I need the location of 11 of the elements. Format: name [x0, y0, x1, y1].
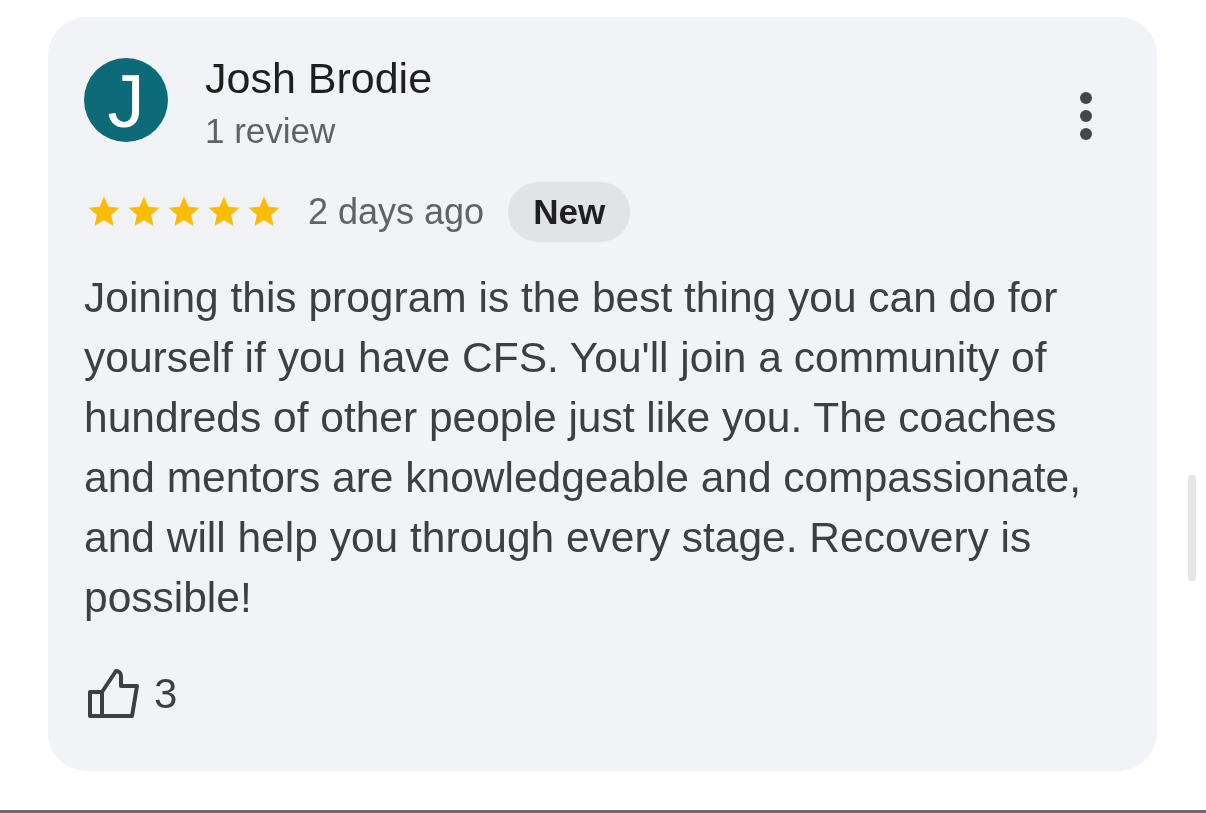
- avatar: J: [84, 58, 168, 142]
- like-button[interactable]: [88, 668, 140, 719]
- new-tag: New: [508, 182, 631, 242]
- thumbs-up-icon: [88, 668, 140, 719]
- review-date: 2 days ago: [308, 191, 485, 233]
- reviewer-name: Josh Brodie: [205, 54, 433, 102]
- like-count: 3: [154, 669, 178, 718]
- scrollbar-thumb[interactable]: [1188, 475, 1196, 581]
- review-text: Joining this program is the best thing you can do for yourself if you have CFS. You'll join a community of hundreds of other people just like you. The coaches and mentors are knowledgeable and compassionate, and will help you through every stage. Recovery is possible!: [84, 273, 1083, 623]
- more-options-icon: [1079, 92, 1093, 140]
- review-count: 1 review: [205, 110, 337, 152]
